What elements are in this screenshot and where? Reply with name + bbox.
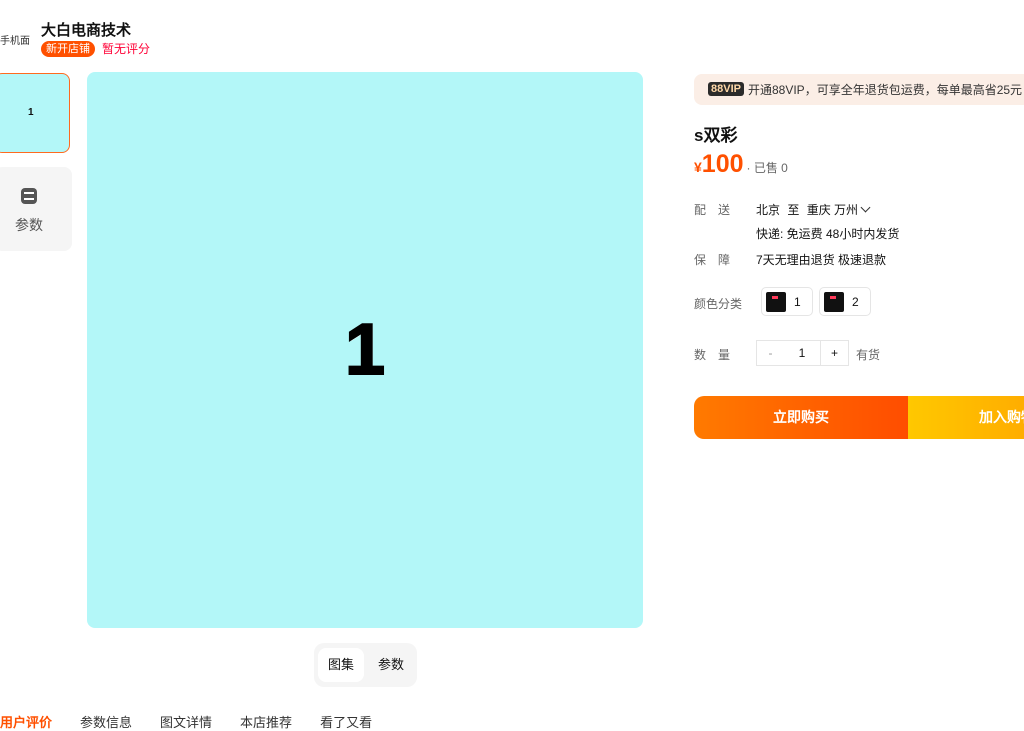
thumbnail-1[interactable]: 1 [0, 73, 70, 153]
thumbnail-params[interactable]: 参数 [0, 167, 72, 251]
main-image-label: 1 [344, 309, 386, 391]
color-option-label: 2 [852, 295, 859, 309]
sold-count: · 已售 0 [746, 161, 788, 175]
shop-rating: 暂无评分 [102, 42, 151, 56]
shop-badge: 新开店铺 [41, 41, 95, 57]
color-label: 颜色分类 [694, 297, 743, 311]
vip-text: 开通88VIP，可享全年退货包运费，每单最高省25元 [748, 83, 1023, 97]
delivery-detail: 快递: 免运费 48小时内发货 [756, 227, 900, 241]
delivery-to-word: 至 [787, 203, 800, 217]
tab-store-recommend[interactable]: 本店推荐 [240, 715, 292, 730]
tab-details[interactable]: 图文详情 [160, 715, 212, 730]
delivery-from: 北京 [756, 203, 781, 217]
buy-now-button[interactable]: 立即购买 [694, 396, 908, 439]
delivery-route[interactable]: 北京 至 重庆 万州 [756, 201, 871, 218]
vip-badge: 88VIP [708, 82, 744, 96]
quantity-label: 数 量 [694, 348, 731, 362]
quantity-minus-button[interactable]: - [756, 340, 785, 366]
product-title: s双彩 [694, 126, 738, 145]
thumbnail-params-label: 参数 [15, 217, 43, 233]
gallery-switch: 图集 参数 [314, 643, 417, 687]
main-product-image[interactable]: 1 [87, 72, 643, 628]
tab-reviews[interactable]: 用户评价 [0, 715, 52, 730]
stock-status: 有货 [856, 348, 881, 362]
guarantee-text: 7天无理由退货 极速退款 [756, 253, 887, 267]
quantity-input[interactable]: 1 [784, 340, 820, 366]
price-value: 100 [701, 150, 744, 178]
shop-tag: 手机面 [0, 36, 30, 47]
tab-params[interactable]: 参数 [368, 648, 414, 682]
vip-banner[interactable]: 88VIP 开通88VIP，可享全年退货包运费，每单最高省25元 [694, 74, 1024, 105]
swatch-icon [766, 292, 786, 312]
shop-name[interactable]: 大白电商技术 [41, 19, 131, 40]
tab-gallery[interactable]: 图集 [318, 648, 365, 682]
color-option-label: 1 [794, 295, 801, 309]
price-symbol: ¥ [694, 159, 702, 175]
quantity-plus-button[interactable]: + [820, 340, 849, 366]
price-row: ¥100 · 已售 0 [694, 150, 788, 179]
add-to-cart-button[interactable]: 加入购物车 [908, 396, 1024, 439]
detail-tabs: 用户评价 参数信息 图文详情 本店推荐 看了又看 [0, 712, 400, 731]
chevron-down-icon [860, 202, 871, 213]
delivery-label: 配 送 [694, 203, 731, 217]
color-option-2[interactable]: 2 [819, 287, 871, 316]
color-option-1[interactable]: 1 [761, 287, 813, 316]
guarantee-label: 保 障 [694, 253, 731, 267]
sliders-icon [21, 188, 37, 204]
swatch-icon [824, 292, 844, 312]
tab-also-viewed[interactable]: 看了又看 [320, 715, 372, 730]
delivery-to: 重庆 万州 [806, 203, 859, 217]
tab-param-info[interactable]: 参数信息 [80, 715, 132, 730]
thumbnail-label: 1 [28, 107, 34, 118]
